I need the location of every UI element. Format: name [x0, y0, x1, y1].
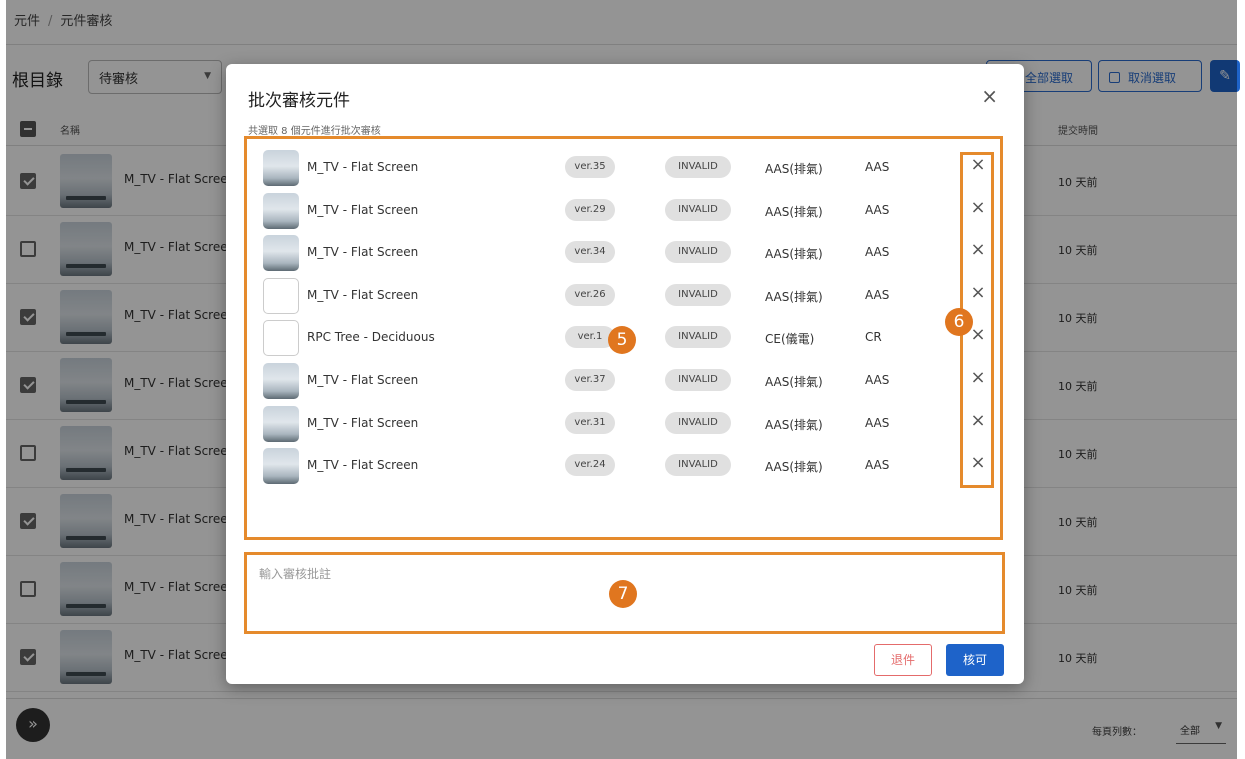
component-thumbnail	[263, 150, 299, 186]
selected-component-item: M_TV - Flat Screen ver.31 INVALID AAS(排氣) AA…	[247, 401, 1000, 443]
component-name: M_TV - Flat Screen	[307, 415, 419, 430]
selected-component-item: M_TV - Flat Screen ver.26 INVALID AAS(排氣) AA…	[247, 273, 1000, 315]
version-chip: ver.26	[565, 283, 615, 306]
version-chip: ver.35	[565, 156, 615, 178]
status-chip: INVALID	[665, 241, 731, 264]
category-code: AAS	[865, 415, 890, 430]
reject-button[interactable]: 退件	[874, 644, 932, 676]
category-code: AAS	[865, 160, 890, 174]
component-thumbnail	[263, 192, 299, 229]
category-label: AAS(排氣)	[765, 375, 823, 389]
dialog-subtitle: 共選取 8 個元件進行批次審核	[248, 126, 381, 137]
status-chip: INVALID	[665, 198, 731, 221]
category-label: AAS(排氣)	[765, 247, 823, 262]
component-name: M_TV - Flat Screen	[307, 287, 419, 302]
status-chip: INVALID	[665, 283, 731, 306]
version-chip: ver.37	[565, 369, 615, 391]
selected-component-item: M_TV - Flat Screen ver.35 INVALID AAS(排氣) AA…	[247, 145, 1000, 187]
component-name: M_TV - Flat Screen	[307, 245, 419, 260]
category-code: AAS	[865, 287, 890, 302]
component-name: M_TV - Flat Screen	[307, 160, 419, 174]
category-label: CE(儀電)	[765, 332, 815, 347]
dialog-title: 批次審核元件	[248, 91, 350, 111]
status-chip: INVALID	[665, 454, 731, 477]
component-name: RPC Tree - Deciduous	[307, 330, 435, 345]
approve-button[interactable]: 核可	[946, 644, 1004, 676]
component-name: M_TV - Flat Screen	[307, 458, 419, 473]
version-chip: ver.34	[565, 241, 615, 264]
category-label: AAS(排氣)	[765, 460, 823, 475]
category-code: AAS	[865, 458, 890, 473]
component-thumbnail	[263, 405, 299, 442]
category-code: AAS	[865, 373, 890, 387]
status-chip: INVALID	[665, 156, 731, 178]
selected-component-item: M_TV - Flat Screen ver.24 INVALID AAS(排氣) AA…	[247, 443, 1000, 485]
status-chip: INVALID	[665, 369, 731, 391]
category-label: AAS(排氣)	[765, 289, 823, 304]
category-label: AAS(排氣)	[765, 162, 823, 176]
component-thumbnail	[263, 235, 299, 272]
batch-review-dialog: 批次審核元件 × 共選取 8 個元件進行批次審核 M_TV - Flat Scr…	[226, 64, 1024, 684]
category-label: AAS(排氣)	[765, 204, 823, 219]
component-name: M_TV - Flat Screen	[307, 202, 419, 217]
version-chip: ver.24	[565, 454, 615, 477]
annotation-badge-6: 6	[945, 308, 973, 336]
annotation-badge-7: 7	[609, 580, 637, 608]
category-code: CR	[865, 330, 882, 345]
component-thumbnail	[263, 448, 299, 485]
close-icon[interactable]: ×	[981, 84, 998, 108]
selected-component-item: M_TV - Flat Screen ver.34 INVALID AAS(排氣) AA…	[247, 230, 1000, 272]
version-chip: ver.29	[565, 198, 615, 221]
component-name: M_TV - Flat Screen	[307, 373, 419, 387]
component-thumbnail	[263, 320, 299, 357]
category-code: AAS	[865, 202, 890, 217]
component-thumbnail	[263, 363, 299, 399]
selected-component-item: M_TV - Flat Screen ver.37 INVALID AAS(排氣) AA…	[247, 358, 1000, 400]
category-code: AAS	[865, 245, 890, 260]
category-label: AAS(排氣)	[765, 417, 823, 432]
status-chip: INVALID	[665, 326, 731, 349]
selected-component-item: M_TV - Flat Screen ver.29 INVALID AAS(排氣) AA…	[247, 188, 1000, 230]
version-chip: ver.31	[565, 411, 615, 434]
annotation-badge-5: 5	[608, 326, 636, 354]
component-thumbnail	[263, 277, 299, 314]
status-chip: INVALID	[665, 411, 731, 434]
